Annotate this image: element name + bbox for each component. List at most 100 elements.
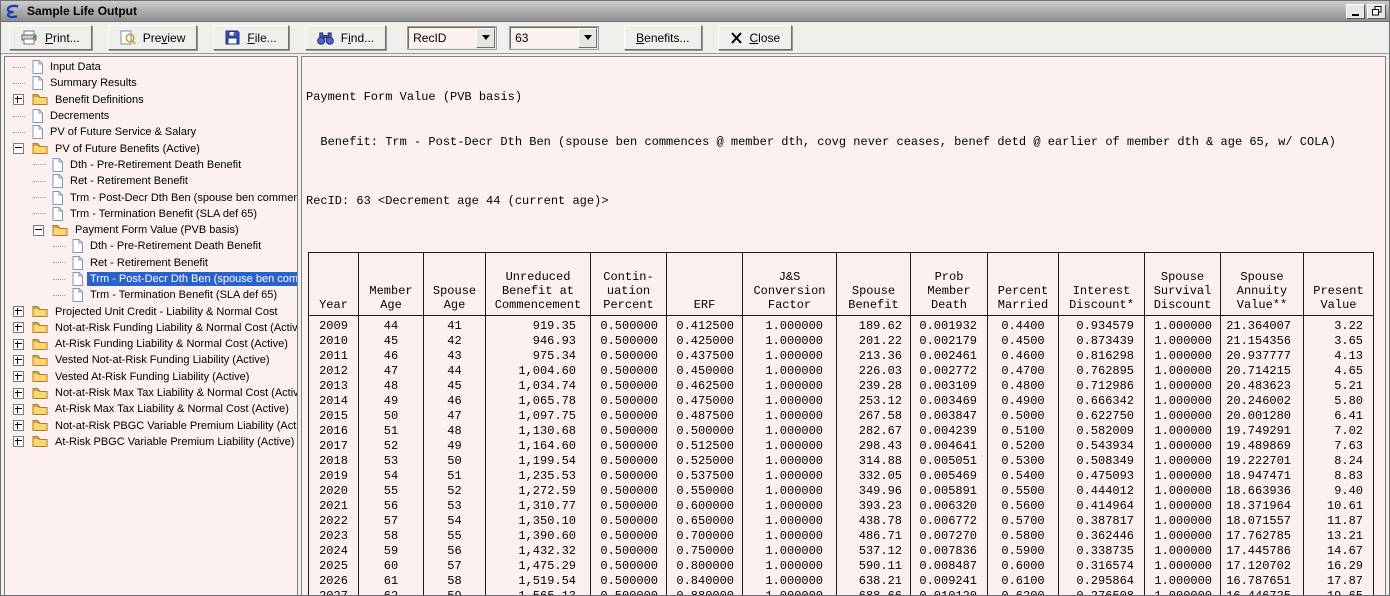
expand-plus-icon[interactable] bbox=[13, 388, 24, 399]
expand-plus-icon[interactable] bbox=[13, 436, 24, 447]
expand-plus-icon[interactable] bbox=[13, 306, 24, 317]
file-button[interactable]: File... bbox=[213, 25, 288, 50]
table-cell: 53 bbox=[424, 499, 486, 514]
close-button[interactable]: Close bbox=[718, 25, 793, 50]
tree-item[interactable]: Decrements bbox=[5, 108, 297, 124]
table-cell: 239.28 bbox=[837, 379, 911, 394]
tree-item[interactable]: Trm - Termination Benefit (SLA def 65) bbox=[5, 287, 297, 303]
field-combo-dropdown-button[interactable] bbox=[476, 28, 495, 48]
find-button[interactable]: Find... bbox=[305, 25, 386, 50]
restore-button[interactable] bbox=[1367, 4, 1386, 19]
expand-plus-icon[interactable] bbox=[13, 404, 24, 415]
table-row: 201550471,097.750.5000000.4875001.000000… bbox=[309, 409, 1374, 424]
benefits-button[interactable]: Benefits... bbox=[624, 25, 701, 50]
binoculars-icon bbox=[317, 31, 334, 45]
table-cell: 1,097.75 bbox=[486, 409, 591, 424]
table-cell: 0.650000 bbox=[667, 514, 743, 529]
table-cell: 590.11 bbox=[837, 559, 911, 574]
tree-item[interactable]: Trm - Termination Benefit (SLA def 65) bbox=[5, 206, 297, 222]
table-cell: 9.40 bbox=[1304, 484, 1374, 499]
table-cell: 1.000000 bbox=[1145, 469, 1221, 484]
tree-item[interactable]: Projected Unit Credit - Liability & Norm… bbox=[5, 303, 297, 319]
table-cell: 0.880000 bbox=[667, 589, 743, 596]
tree-connector bbox=[13, 132, 25, 133]
table-cell: 0.475000 bbox=[667, 394, 743, 409]
folder-icon bbox=[32, 321, 48, 334]
table-cell: 1.000000 bbox=[743, 334, 837, 349]
table-cell: 0.005891 bbox=[911, 484, 988, 499]
expand-plus-icon[interactable] bbox=[13, 355, 24, 366]
document-icon bbox=[72, 272, 83, 286]
expand-plus-icon[interactable] bbox=[13, 322, 24, 333]
tree-item[interactable]: Trm - Post-Decr Dth Ben (spouse ben comm bbox=[5, 271, 297, 287]
tree-item[interactable]: Trm - Post-Decr Dth Ben (spouse ben comm… bbox=[5, 189, 297, 205]
tree-item-label: Vested At-Risk Funding Liability (Active… bbox=[52, 370, 252, 384]
chevron-down-icon bbox=[584, 35, 592, 40]
tree-item-label: PV of Future Benefits (Active) bbox=[52, 142, 203, 156]
table-cell: 1,199.54 bbox=[486, 454, 591, 469]
table-cell: 1.000000 bbox=[1145, 574, 1221, 589]
tree-connector bbox=[13, 67, 25, 68]
table-cell: 0.387817 bbox=[1059, 514, 1145, 529]
table-cell: 0.276508 bbox=[1059, 589, 1145, 596]
print-button[interactable]: Print... bbox=[9, 25, 92, 50]
tree-item[interactable]: Dth - Pre-Retirement Death Benefit bbox=[5, 157, 297, 173]
tree-item[interactable]: Not-at-Risk PBGC Variable Premium Liabil… bbox=[5, 418, 297, 434]
table-cell: 0.550000 bbox=[667, 484, 743, 499]
folder-icon bbox=[32, 93, 48, 106]
folder-icon bbox=[32, 142, 48, 155]
table-cell: 253.12 bbox=[837, 394, 911, 409]
column-header: Percent Married bbox=[988, 253, 1059, 316]
tree-expander-slot bbox=[11, 388, 31, 399]
tree-item[interactable]: Dth - Pre-Retirement Death Benefit bbox=[5, 238, 297, 254]
tree-item[interactable]: Not-at-Risk Funding Liability & Normal C… bbox=[5, 320, 297, 336]
tree-item[interactable]: Input Data bbox=[5, 59, 297, 75]
table-cell: 638.21 bbox=[837, 574, 911, 589]
collapse-minus-icon[interactable] bbox=[13, 143, 24, 154]
table-cell: 0.4800 bbox=[988, 379, 1059, 394]
table-row: 202560571,475.290.5000000.8000001.000000… bbox=[309, 559, 1374, 574]
table-row: 201853501,199.540.5000000.5250001.000000… bbox=[309, 454, 1374, 469]
column-header: Contin- uation Percent bbox=[591, 253, 667, 316]
tree-item[interactable]: At-Risk Max Tax Liability & Normal Cost … bbox=[5, 401, 297, 417]
expand-plus-icon[interactable] bbox=[13, 420, 24, 431]
expand-plus-icon[interactable] bbox=[13, 339, 24, 350]
collapse-minus-icon[interactable] bbox=[33, 225, 44, 236]
field-combo[interactable]: RecID bbox=[408, 27, 496, 49]
tree-item[interactable]: Vested Not-at-Risk Funding Liability (Ac… bbox=[5, 352, 297, 368]
record-combo[interactable]: 63 bbox=[510, 27, 598, 49]
tree-item[interactable]: Summary Results bbox=[5, 75, 297, 91]
minimize-button[interactable] bbox=[1346, 4, 1365, 19]
tree-item[interactable]: Ret - Retirement Benefit bbox=[5, 173, 297, 189]
tree-item[interactable]: Not-at-Risk Max Tax Liability & Normal C… bbox=[5, 385, 297, 401]
tree-item[interactable]: Ret - Retirement Benefit bbox=[5, 255, 297, 271]
tree-item[interactable]: PV of Future Service & Salary bbox=[5, 124, 297, 140]
preview-button[interactable]: Preview bbox=[108, 25, 198, 50]
tree-item-label: Dth - Pre-Retirement Death Benefit bbox=[67, 158, 244, 172]
table-cell: 0.295864 bbox=[1059, 574, 1145, 589]
table-cell: 0.5300 bbox=[988, 454, 1059, 469]
table-cell: 19.222701 bbox=[1221, 454, 1304, 469]
tree-item[interactable]: Payment Form Value (PVB basis) bbox=[5, 222, 297, 238]
tree-item[interactable]: At-Risk PBGC Variable Premium Liability … bbox=[5, 434, 297, 450]
table-cell: 1.000000 bbox=[743, 514, 837, 529]
table-row: 20094441919.350.5000000.4125001.00000018… bbox=[309, 316, 1374, 335]
expand-plus-icon[interactable] bbox=[13, 94, 24, 105]
expand-plus-icon[interactable] bbox=[13, 371, 24, 382]
tree-item[interactable]: Vested At-Risk Funding Liability (Active… bbox=[5, 369, 297, 385]
column-header: ERF bbox=[667, 253, 743, 316]
table-cell: 55 bbox=[424, 529, 486, 544]
tree-item-label: Not-at-Risk PBGC Variable Premium Liabil… bbox=[52, 419, 297, 433]
table-cell: 1.000000 bbox=[743, 484, 837, 499]
tree-item[interactable]: At-Risk Funding Liability & Normal Cost … bbox=[5, 336, 297, 352]
table-cell: 0.6100 bbox=[988, 574, 1059, 589]
tree-item[interactable]: PV of Future Benefits (Active) bbox=[5, 140, 297, 156]
document-icon bbox=[32, 76, 43, 90]
table-cell: 45 bbox=[359, 334, 424, 349]
record-combo-dropdown-button[interactable] bbox=[578, 28, 597, 48]
column-header: Spouse Age bbox=[424, 253, 486, 316]
field-combo-value: RecID bbox=[409, 31, 476, 45]
table-cell: 0.009241 bbox=[911, 574, 988, 589]
table-cell: 0.338735 bbox=[1059, 544, 1145, 559]
tree-item[interactable]: Benefit Definitions bbox=[5, 92, 297, 108]
